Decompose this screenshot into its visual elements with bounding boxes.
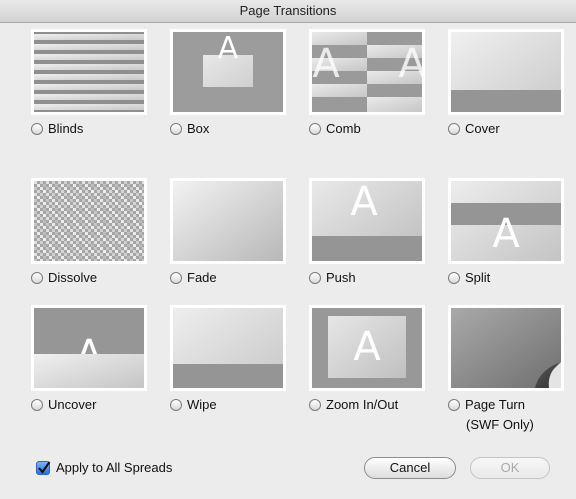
- push-radio-option[interactable]: Push: [309, 270, 356, 285]
- blinds-radio[interactable]: [31, 123, 43, 135]
- apply-all-checkbox[interactable]: [36, 461, 51, 475]
- checkmark-icon: [38, 461, 51, 474]
- fade-preview: [170, 178, 286, 264]
- box-radio-option[interactable]: Box: [170, 121, 209, 136]
- cover-preview: [448, 29, 564, 115]
- push-radio[interactable]: [309, 272, 321, 284]
- ok-button[interactable]: OK: [470, 457, 550, 479]
- box-label: Box: [187, 121, 210, 136]
- page-transitions-dialog: Page Transitions Blinds A Box A Comb Cov…: [0, 0, 576, 499]
- blinds-radio-option[interactable]: Blinds: [31, 121, 83, 136]
- svg-text:A: A: [218, 32, 239, 66]
- box-radio[interactable]: [170, 123, 182, 135]
- page-turn-radio-option[interactable]: Page Turn: [448, 397, 525, 412]
- box-preview: A: [170, 29, 286, 115]
- svg-text:A: A: [353, 324, 381, 370]
- dialog-title: Page Transitions: [0, 0, 576, 23]
- svg-text:A: A: [312, 41, 340, 87]
- page-turn-label: Page Turn: [465, 397, 525, 412]
- uncover-radio[interactable]: [31, 399, 43, 411]
- zoom-radio[interactable]: [309, 399, 321, 411]
- page-turn-sublabel: (SWF Only): [466, 417, 534, 432]
- wipe-radio[interactable]: [170, 399, 182, 411]
- fade-label: Fade: [187, 270, 217, 285]
- dialog-content: Blinds A Box A Comb Cover Dissolve Fade …: [0, 23, 576, 499]
- push-label: Push: [326, 270, 356, 285]
- push-preview: A: [309, 178, 425, 264]
- dialog-footer: Apply to All Spreads Cancel OK: [0, 455, 576, 485]
- wipe-label: Wipe: [187, 397, 217, 412]
- comb-radio-option[interactable]: Comb: [309, 121, 361, 136]
- dissolve-radio-option[interactable]: Dissolve: [31, 270, 97, 285]
- comb-radio[interactable]: [309, 123, 321, 135]
- svg-text:A: A: [398, 41, 422, 87]
- split-radio[interactable]: [448, 272, 460, 284]
- blinds-label: Blinds: [48, 121, 84, 136]
- cancel-button[interactable]: Cancel: [364, 457, 456, 479]
- page-turn-radio[interactable]: [448, 399, 460, 411]
- cover-label: Cover: [465, 121, 500, 136]
- zoom-radio-option[interactable]: Zoom In/Out: [309, 397, 398, 412]
- comb-preview: A A: [309, 29, 425, 115]
- fade-radio-option[interactable]: Fade: [170, 270, 217, 285]
- uncover-radio-option[interactable]: Uncover: [31, 397, 96, 412]
- svg-text:A: A: [350, 181, 378, 225]
- wipe-preview: [170, 305, 286, 391]
- blinds-preview: [31, 29, 147, 115]
- zoom-preview: A: [309, 305, 425, 391]
- split-radio-option[interactable]: Split: [448, 270, 490, 285]
- wipe-radio-option[interactable]: Wipe: [170, 397, 217, 412]
- dissolve-preview: [31, 178, 147, 264]
- split-label: Split: [465, 270, 491, 285]
- apply-all-label[interactable]: Apply to All Spreads: [56, 460, 172, 475]
- zoom-label: Zoom In/Out: [326, 397, 399, 412]
- split-preview: A: [448, 178, 564, 264]
- dissolve-label: Dissolve: [48, 270, 98, 285]
- uncover-preview: A: [31, 305, 147, 391]
- fade-radio[interactable]: [170, 272, 182, 284]
- page-turn-preview: [448, 305, 564, 391]
- uncover-label: Uncover: [48, 397, 97, 412]
- dissolve-radio[interactable]: [31, 272, 43, 284]
- comb-label: Comb: [326, 121, 361, 136]
- cover-radio-option[interactable]: Cover: [448, 121, 500, 136]
- svg-text:A: A: [492, 211, 520, 257]
- cover-radio[interactable]: [448, 123, 460, 135]
